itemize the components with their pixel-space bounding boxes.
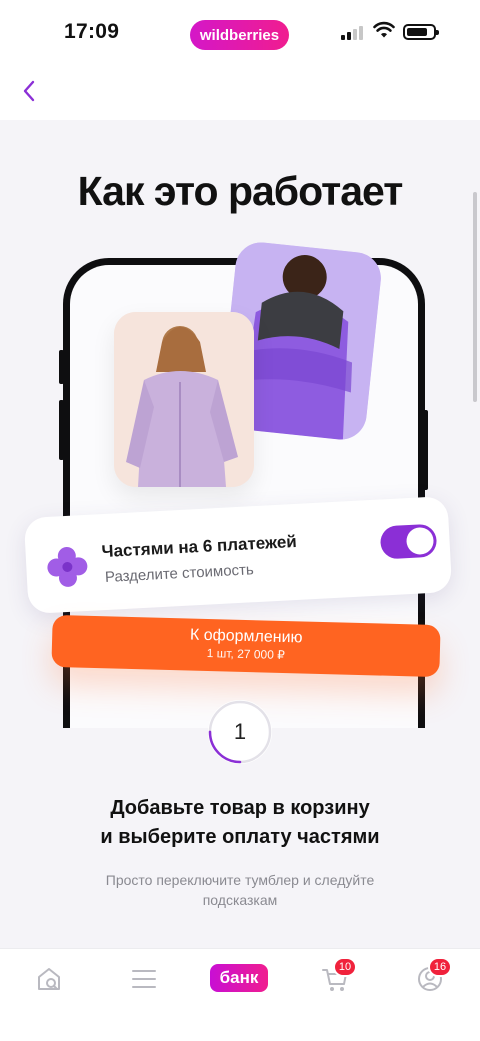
chevron-left-icon[interactable] xyxy=(18,76,42,106)
toggle-title: Частями на 6 платежей xyxy=(101,531,298,562)
brand-pill[interactable]: wildberries xyxy=(190,20,289,50)
installment-flower-icon xyxy=(47,546,88,587)
nav-catalog[interactable] xyxy=(124,963,164,995)
nav-bank-button[interactable]: банк xyxy=(210,964,268,992)
step-number: 1 xyxy=(233,719,247,744)
home-search-icon xyxy=(38,968,60,990)
battery-icon xyxy=(403,24,439,40)
how-it-works-content[interactable]: Как это работает Частями на 6 платежей Р… xyxy=(0,120,480,948)
step-heading-line-2: и выберите оплату частями xyxy=(100,826,380,848)
product-photo-shirt xyxy=(114,312,254,487)
cart-badge: 10 xyxy=(333,957,357,977)
checkout-button[interactable]: К оформлению 1 шт, 27 000 ₽ xyxy=(51,614,441,678)
bottom-nav: банк 10 16 xyxy=(0,948,480,1041)
step-indicator: 1 xyxy=(208,700,272,764)
step-description-line-1: Просто переключите тумблер и следуйте xyxy=(105,872,375,888)
phone-button-left-2 xyxy=(59,400,64,460)
nav-profile[interactable]: 16 xyxy=(410,957,452,995)
brand-label: wildberries xyxy=(199,26,280,44)
step-description-line-2: подсказкам xyxy=(202,892,278,908)
page-header xyxy=(0,64,480,120)
nav-bank-label: банк xyxy=(219,968,259,987)
wifi-icon xyxy=(373,21,395,38)
catalog-menu-icon xyxy=(132,970,156,988)
status-time: 17:09 xyxy=(64,20,120,43)
scrollbar[interactable] xyxy=(473,192,477,402)
step-description: Просто переключите тумблер и следуйте по… xyxy=(0,870,480,910)
status-bar: 17:09 wildberries xyxy=(0,0,480,64)
phone-button-left-1 xyxy=(59,350,64,384)
toggle-subtitle: Разделите стоимость xyxy=(104,561,255,586)
phone-button-right xyxy=(423,410,428,490)
profile-badge: 16 xyxy=(428,957,452,977)
installment-toggle-switch[interactable] xyxy=(379,523,438,560)
toggle-knob xyxy=(405,526,435,556)
nav-cart[interactable]: 10 xyxy=(315,957,357,995)
step-heading-line-1: Добавьте товар в корзину xyxy=(110,797,370,819)
page-title: Как это работает xyxy=(77,168,404,214)
step-heading: Добавьте товар в корзину и выберите опла… xyxy=(0,794,480,852)
nav-home[interactable] xyxy=(29,963,69,995)
signal-icon xyxy=(341,24,365,40)
